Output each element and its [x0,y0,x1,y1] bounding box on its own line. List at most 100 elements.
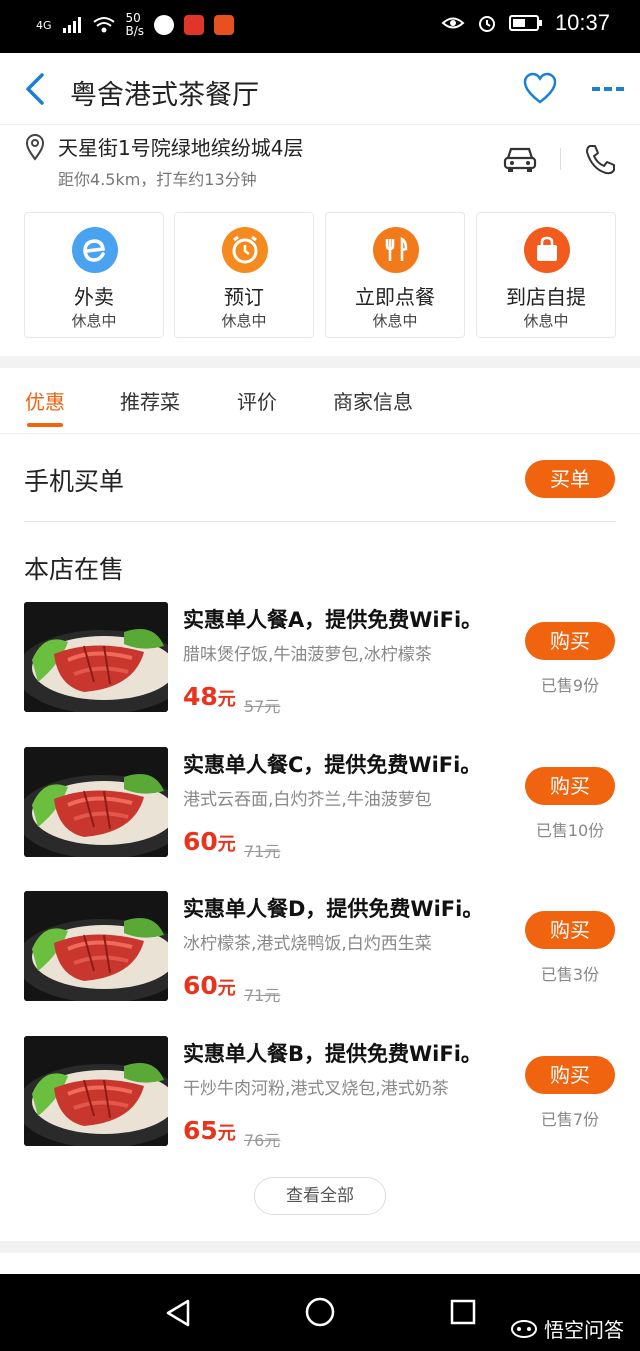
divider [24,521,616,522]
address-main[interactable]: 天星街1号院绿地缤纷城4层 [58,132,303,161]
deal-price: 60元 [183,827,236,856]
battery-icon [508,15,542,31]
status-left: 4G 50 B/s [36,12,235,38]
service-card-pickup[interactable]: 到店自提 休息中 [476,212,616,338]
app-header: 粤舍港式茶餐厅 [0,53,640,125]
service-card-delivery[interactable]: 外卖 休息中 [24,212,164,338]
deal-price-unit: 元 [217,834,236,855]
deal-price-value: 48 [183,682,218,711]
service-name: 外卖 [74,285,114,309]
section-separator [0,356,640,368]
service-name: 到店自提 [506,285,586,309]
news-app-icon [184,15,205,35]
favorite-heart-icon[interactable] [522,71,558,107]
network-label: 4G [36,18,52,32]
service-state: 休息中 [221,312,267,330]
deal-price-value: 60 [183,971,218,1000]
deal-title: 实惠单人餐C，提供免费WiFi。 [183,753,482,777]
deal-price-unit: 元 [217,689,236,710]
deal-title: 实惠单人餐D，提供免费WiFi。 [183,897,484,921]
phone-icon[interactable] [584,142,616,176]
pay-bill-button[interactable]: 买单 [525,460,615,498]
active-tab-indicator [27,423,63,427]
signal-icon [62,17,81,33]
tab-bar: 优惠 推荐菜 评价 商家信息 [0,368,640,434]
deal-title: 实惠单人餐B，提供免费WiFi。 [183,1042,482,1066]
tab-reviews[interactable]: 评价 [237,386,277,415]
service-name: 立即点餐 [355,285,435,309]
deal-price: 48元 [183,682,236,711]
wukong-logo-icon [511,1319,537,1338]
vertical-divider [560,148,561,170]
deal-item[interactable]: 实惠单人餐A，提供免费WiFi。 腊味煲仔饭,牛油菠萝包,冰柠檬茶 48元 57… [0,602,640,716]
deal-price-unit: 元 [217,978,236,999]
net-speed: 50 B/s [126,12,145,38]
more-dots-icon[interactable] [590,75,626,103]
service-card-reservation[interactable]: 预订 休息中 [174,212,314,338]
watermark-text: 悟空问答 [544,1318,624,1342]
deal-thumbnail [24,891,168,1001]
deal-title: 实惠单人餐A，提供免费WiFi。 [183,608,483,632]
on-sale-heading: 本店在售 [24,555,125,584]
service-state: 休息中 [523,312,569,330]
alarm-clock-icon [222,227,268,273]
deal-price-value: 60 [183,827,218,856]
service-state: 休息中 [71,312,117,330]
location-pin-icon [25,133,45,161]
alarm-icon [478,16,495,32]
video-app-icon [214,15,235,35]
wifi-icon [92,17,115,33]
deal-item[interactable]: 实惠单人餐B，提供免费WiFi。 干炒牛肉河粉,港式叉烧包,港式奶茶 65元 7… [0,1036,640,1150]
deal-description: 冰柠檬茶,港式烧鸭饭,白灼西生菜 [183,934,432,954]
nav-home-icon[interactable] [304,1296,336,1328]
eye-comfort-icon [441,17,465,29]
mobile-pay-label: 手机买单 [24,467,125,496]
buy-button[interactable]: 购买 [525,911,615,949]
deal-thumbnail [24,602,168,712]
service-state: 休息中 [372,312,418,330]
deal-sold-count: 已售7份 [540,1110,600,1129]
deal-thumbnail [24,747,168,857]
page-title: 粤舍港式茶餐厅 [70,80,259,110]
tab-merchant-info[interactable]: 商家信息 [333,386,413,415]
shopping-bag-icon [524,227,570,273]
deal-item[interactable]: 实惠单人餐C，提供免费WiFi。 港式云吞面,白灼芥兰,牛油菠萝包 60元 71… [0,747,640,861]
deal-description: 腊味煲仔饭,牛油菠萝包,冰柠檬茶 [183,645,432,665]
deal-sold-count: 已售10份 [535,821,605,840]
deal-price: 60元 [183,971,236,1000]
deal-sold-count: 已售3份 [540,965,600,984]
delivery-icon [72,227,118,273]
tab-discounts[interactable]: 优惠 [25,386,65,415]
buy-button[interactable]: 购买 [525,622,615,660]
see-all-button[interactable]: 查看全部 [254,1177,386,1215]
deal-item[interactable]: 实惠单人餐D，提供免费WiFi。 冰柠檬茶,港式烧鸭饭,白灼西生菜 60元 71… [0,891,640,1005]
app-notify-icon [154,15,175,35]
nav-recent-apps-icon[interactable] [450,1299,476,1325]
deal-original-price: 76元 [244,1131,281,1150]
deal-description: 港式云吞面,白灼芥兰,牛油菠萝包 [183,790,432,810]
tab-recommended-dishes[interactable]: 推荐菜 [120,386,180,415]
service-card-order-now[interactable]: 立即点餐 休息中 [325,212,465,338]
watermark: 悟空问答 [510,1314,624,1343]
system-nav-bar: 悟空问答 [0,1274,640,1351]
deal-original-price: 71元 [244,842,281,861]
buy-button[interactable]: 购买 [525,767,615,805]
service-cards: 外卖 休息中 预订 休息中 立即点餐 休息中 到店自提 休息中 [24,212,616,338]
back-arrow-icon[interactable] [20,71,52,107]
clock-time: 10:37 [554,10,610,35]
nav-back-icon[interactable] [164,1298,192,1328]
deal-sold-count: 已售9份 [540,676,600,695]
fork-knife-icon [373,227,419,273]
address-distance: 距你4.5km，打车约13分钟 [58,170,257,189]
deal-description: 干炒牛肉河粉,港式叉烧包,港式奶茶 [183,1079,449,1099]
taxi-car-icon[interactable] [502,144,538,174]
buy-button[interactable]: 购买 [525,1056,615,1094]
service-name: 预订 [224,285,264,309]
deal-original-price: 71元 [244,986,281,1005]
deal-price-value: 65 [183,1116,218,1145]
section-separator [0,1241,640,1253]
status-bar: 4G 50 B/s 10:37 [0,0,640,53]
deal-original-price: 57元 [244,697,281,716]
deal-price-unit: 元 [217,1123,236,1144]
net-speed-unit: B/s [125,24,145,38]
